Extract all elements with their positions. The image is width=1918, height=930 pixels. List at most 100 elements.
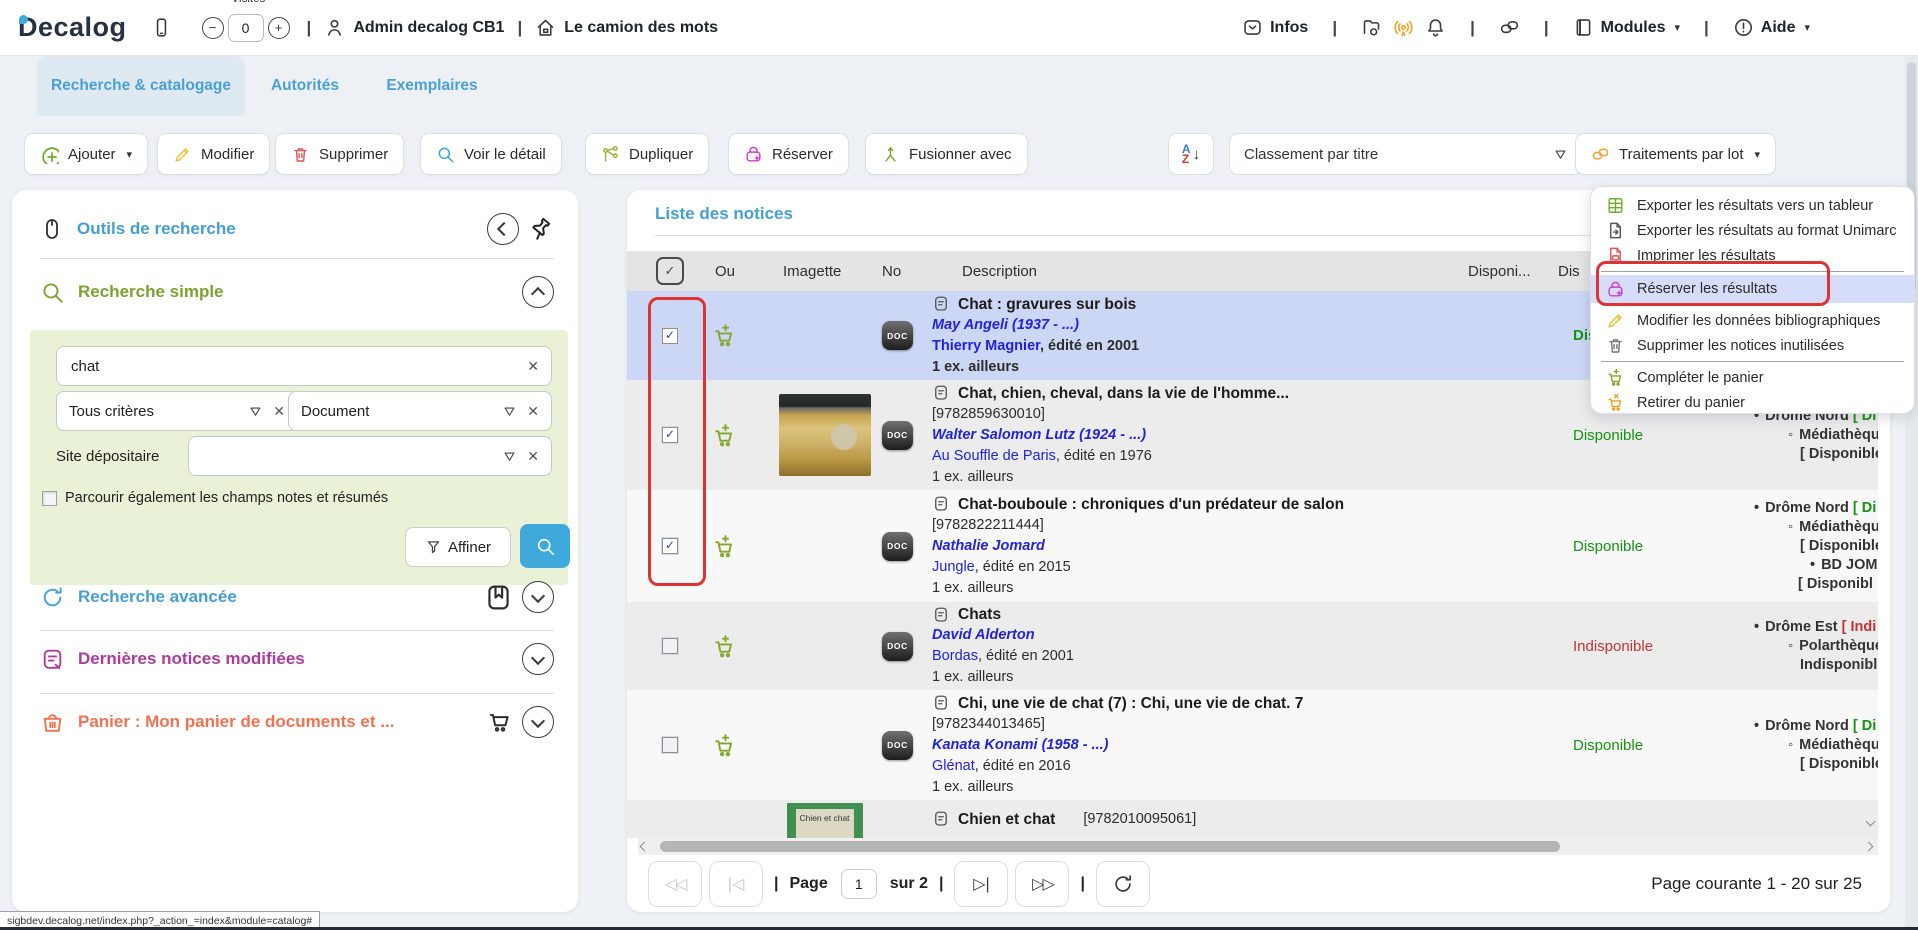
menu-item-modify-biblio[interactable]: Modifier les données bibliographiques xyxy=(1591,308,1914,333)
notice-title[interactable]: Chat-bouboule : chroniques d'un prédateu… xyxy=(958,494,1344,515)
row-checkbox[interactable] xyxy=(662,538,678,554)
sort-direction-button[interactable]: AZ ↓ xyxy=(1168,133,1214,175)
tab-exemplaires[interactable]: Exemplaires xyxy=(388,56,476,116)
menu-item-print[interactable]: Imprimer les résultats xyxy=(1591,243,1914,268)
first-page-button[interactable] xyxy=(648,861,702,907)
advanced-search-title[interactable]: Recherche avancée xyxy=(78,587,237,607)
cover-thumbnail[interactable] xyxy=(779,394,871,476)
aide-menu-button[interactable]: Aide xyxy=(1733,17,1810,38)
notice-publisher-link[interactable]: Jungle xyxy=(932,559,975,575)
duplicate-button[interactable]: Dupliquer xyxy=(585,133,709,175)
notice-publisher-link[interactable]: Au Souffle de Paris xyxy=(932,448,1056,464)
broadcast-icon[interactable] xyxy=(1393,17,1414,38)
notice-title[interactable]: Chats xyxy=(958,604,1001,625)
notes-checkbox[interactable] xyxy=(42,491,57,506)
simple-search-title[interactable]: Recherche simple xyxy=(78,282,224,302)
previous-page-button[interactable] xyxy=(709,861,763,907)
notice-author-link[interactable]: David Alderton xyxy=(932,625,1035,646)
cover-thumbnail[interactable]: Chien et chat xyxy=(787,803,863,838)
sort-select[interactable]: Classement par titre xyxy=(1229,133,1583,175)
search-query-field[interactable] xyxy=(56,346,552,386)
merge-button[interactable]: Fusionner avec xyxy=(865,133,1028,175)
clear-site-icon[interactable] xyxy=(527,448,539,465)
visites-increment-button[interactable]: + xyxy=(268,17,290,39)
expand-basket-button[interactable] xyxy=(522,706,554,738)
horizontal-scrollbar[interactable] xyxy=(638,838,1878,855)
column-header-outils[interactable]: Ou xyxy=(700,263,755,280)
notice-row[interactable]: DOC Chat-bouboule : chroniques d'un préd… xyxy=(627,490,1878,603)
delete-button[interactable]: Supprimer xyxy=(275,133,404,175)
batch-actions-button[interactable]: Traitements par lot xyxy=(1575,133,1776,175)
tab-autorites[interactable]: Autorités xyxy=(269,56,341,116)
search-input[interactable] xyxy=(69,357,527,376)
cart-icon[interactable] xyxy=(487,709,513,735)
row-checkbox[interactable] xyxy=(662,638,678,654)
basket-section-title[interactable]: Panier : Mon panier de documents et ... xyxy=(78,712,394,732)
recent-notices-title[interactable]: Dernières notices modifiées xyxy=(78,649,305,669)
link-icon[interactable] xyxy=(1499,17,1520,38)
collapse-simple-search-button[interactable] xyxy=(522,276,554,308)
select-all-checkbox[interactable] xyxy=(656,257,684,285)
current-user[interactable]: Admin decalog CB1 xyxy=(324,17,504,38)
notice-title[interactable]: Chat : gravures sur bois xyxy=(958,294,1136,315)
notice-title[interactable]: Chat, chien, cheval, dans la vie de l'ho… xyxy=(958,383,1289,404)
reserve-button[interactable]: Réserver xyxy=(728,133,849,175)
scrollbar-thumb[interactable] xyxy=(660,841,1560,852)
last-page-button[interactable] xyxy=(1015,861,1069,907)
menu-item-delete-unused[interactable]: Supprimer les notices inutilisées xyxy=(1591,333,1914,358)
funnel-icon[interactable] xyxy=(502,449,517,464)
page-number-input[interactable] xyxy=(841,869,877,899)
doctype-select[interactable]: Document xyxy=(288,391,552,431)
funnel-icon[interactable] xyxy=(248,404,263,419)
add-to-cart-icon[interactable] xyxy=(712,423,737,448)
row-checkbox[interactable] xyxy=(662,427,678,443)
funnel-icon[interactable] xyxy=(502,404,517,419)
notice-author-link[interactable]: May Angeli (1937 - ...) xyxy=(932,315,1079,336)
decalog-logo[interactable]: Decalog xyxy=(18,12,127,43)
bookmark-icon[interactable] xyxy=(484,583,513,612)
column-header-notice[interactable]: No xyxy=(870,263,920,280)
pin-icon[interactable] xyxy=(528,216,554,242)
column-header-disponibilite[interactable]: Disponi... xyxy=(1455,263,1545,280)
add-to-cart-icon[interactable] xyxy=(712,534,737,559)
refresh-button[interactable] xyxy=(1096,861,1150,907)
clear-doctype-icon[interactable] xyxy=(527,403,539,420)
add-to-cart-icon[interactable] xyxy=(712,733,737,758)
visites-decrement-button[interactable]: − xyxy=(202,17,224,39)
column-header-imagette[interactable]: Imagette xyxy=(755,263,870,280)
menu-item-export-unimarc[interactable]: Exporter les résultats au format Unimarc xyxy=(1591,218,1914,243)
add-to-cart-icon[interactable] xyxy=(712,634,737,659)
menu-item-reserve-results[interactable]: Réserver les résultats xyxy=(1591,275,1914,303)
notice-publisher-link[interactable]: Thierry Magnier xyxy=(932,338,1040,354)
notice-row[interactable]: DOC Chats David Alderton Bordas, édité e… xyxy=(627,602,1878,691)
clear-criteria-icon[interactable] xyxy=(273,403,285,420)
menu-item-export-tableur[interactable]: Exporter les résultats vers un tableur xyxy=(1591,193,1914,218)
notice-publisher-link[interactable]: Glénat xyxy=(932,758,975,774)
notice-author-link[interactable]: Walter Salomon Lutz (1924 - ...) xyxy=(932,425,1146,446)
notice-row[interactable]: DOC Chi, une vie de chat (7) : Chi, une … xyxy=(627,690,1878,801)
next-page-button[interactable] xyxy=(954,861,1008,907)
notice-title[interactable]: Chi, une vie de chat (7) : Chi, une vie … xyxy=(958,693,1303,714)
menu-item-remove-basket[interactable]: Retirer du panier xyxy=(1591,390,1914,415)
notice-publisher-link[interactable]: Bordas xyxy=(932,648,978,664)
modules-menu-button[interactable]: Modules xyxy=(1573,17,1680,38)
site-depositaire-select[interactable] xyxy=(188,436,552,476)
tools-section-title[interactable]: Outils de recherche xyxy=(77,219,236,239)
expand-advanced-search-button[interactable] xyxy=(522,581,554,613)
menu-item-complete-basket[interactable]: Compléter le panier xyxy=(1591,365,1914,390)
row-checkbox[interactable] xyxy=(662,737,678,753)
notice-author-link[interactable]: Nathalie Jomard xyxy=(932,536,1045,557)
notice-title[interactable]: Chien et chat xyxy=(958,809,1055,830)
infos-button[interactable]: Infos xyxy=(1242,17,1308,38)
expand-recent-notices-button[interactable] xyxy=(522,643,554,675)
notifications-bell-icon[interactable] xyxy=(1425,17,1446,38)
row-checkbox[interactable] xyxy=(662,328,678,344)
current-library[interactable]: Le camion des mots xyxy=(535,17,718,38)
criteria-select[interactable]: Tous critères xyxy=(56,391,298,431)
modify-button[interactable]: Modifier xyxy=(157,133,270,175)
add-to-cart-icon[interactable] xyxy=(712,323,737,348)
notice-author-link[interactable]: Kanata Konami (1958 - ...) xyxy=(932,735,1108,756)
add-button[interactable]: Ajouter xyxy=(24,133,148,175)
collapse-panel-button[interactable] xyxy=(487,213,519,245)
search-submit-button[interactable] xyxy=(520,524,570,568)
